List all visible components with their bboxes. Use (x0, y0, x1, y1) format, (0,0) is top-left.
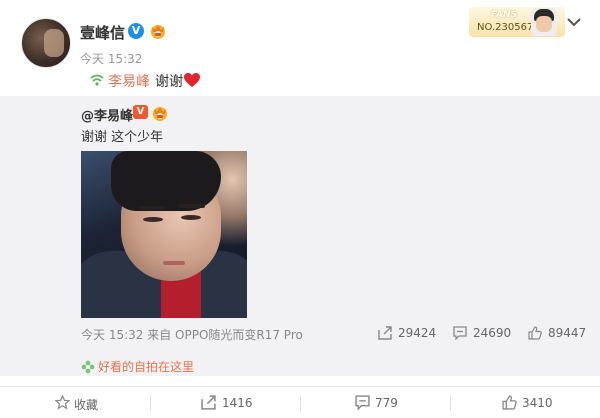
comment-count: 779 (375, 396, 398, 410)
verified-icon: V (128, 23, 144, 39)
forwarded-text: 谢谢 这个少年 (81, 130, 164, 145)
chevron-down-icon[interactable] (566, 16, 582, 28)
share-icon (201, 395, 216, 410)
post-time[interactable]: 今天 15:32 (80, 50, 142, 67)
heart-icon (184, 73, 200, 87)
star-icon (55, 395, 70, 410)
link-icon (90, 74, 104, 86)
fans-title: FANS (491, 10, 517, 20)
mention-link[interactable]: 李易峰 (108, 71, 150, 91)
forwarded-forward-count[interactable]: 29424 (378, 325, 438, 341)
fans-number: NO.230567 (477, 22, 534, 33)
verified-orange-icon: V (133, 105, 148, 119)
forwarded-comment-count[interactable]: 24690 (453, 325, 513, 341)
vip-crown-icon (151, 25, 165, 39)
forwarded-like-count[interactable]: 89447 (528, 325, 590, 341)
comment-button[interactable]: 779 (300, 387, 450, 418)
author-name[interactable]: 壹峰信 (80, 22, 125, 43)
thumbs-up-icon (502, 395, 517, 410)
thumbs-up-icon (528, 326, 542, 340)
comment-icon (355, 395, 370, 410)
forwarded-meta[interactable]: 今天 15:32 来自 OPPO随光而变R17 Pro (81, 326, 303, 343)
like-button[interactable]: 3410 (450, 387, 600, 418)
author-avatar[interactable] (21, 18, 71, 68)
like-count: 3410 (522, 396, 553, 410)
vip-crown-icon (153, 107, 167, 121)
comment-count: 24690 (473, 326, 512, 340)
share-icon (378, 326, 392, 340)
forward-button[interactable]: 1416 (150, 387, 300, 418)
fans-badge[interactable]: FANS NO.230567 (469, 7, 565, 37)
feature-link[interactable]: 好看的自拍在这里 (98, 358, 194, 375)
forwarded-author[interactable]: @李易峰 (81, 105, 133, 124)
flower-icon (81, 360, 95, 374)
favorite-button[interactable]: 收藏 (0, 387, 150, 418)
weibo-post-card: 壹峰信 V 今天 15:32 FANS NO.230567 李易峰 谢谢 @李易… (0, 0, 600, 418)
forward-count: 1416 (222, 396, 253, 410)
forward-count: 29424 (398, 326, 437, 340)
action-toolbar: 收藏 1416 779 3410 (0, 386, 600, 418)
post-photo[interactable] (81, 151, 247, 318)
favorite-label: 收藏 (74, 398, 99, 412)
like-count: 89447 (548, 326, 587, 340)
fans-avatar (531, 8, 557, 36)
comment-icon (453, 326, 467, 340)
post-text: 谢谢 (155, 74, 183, 90)
